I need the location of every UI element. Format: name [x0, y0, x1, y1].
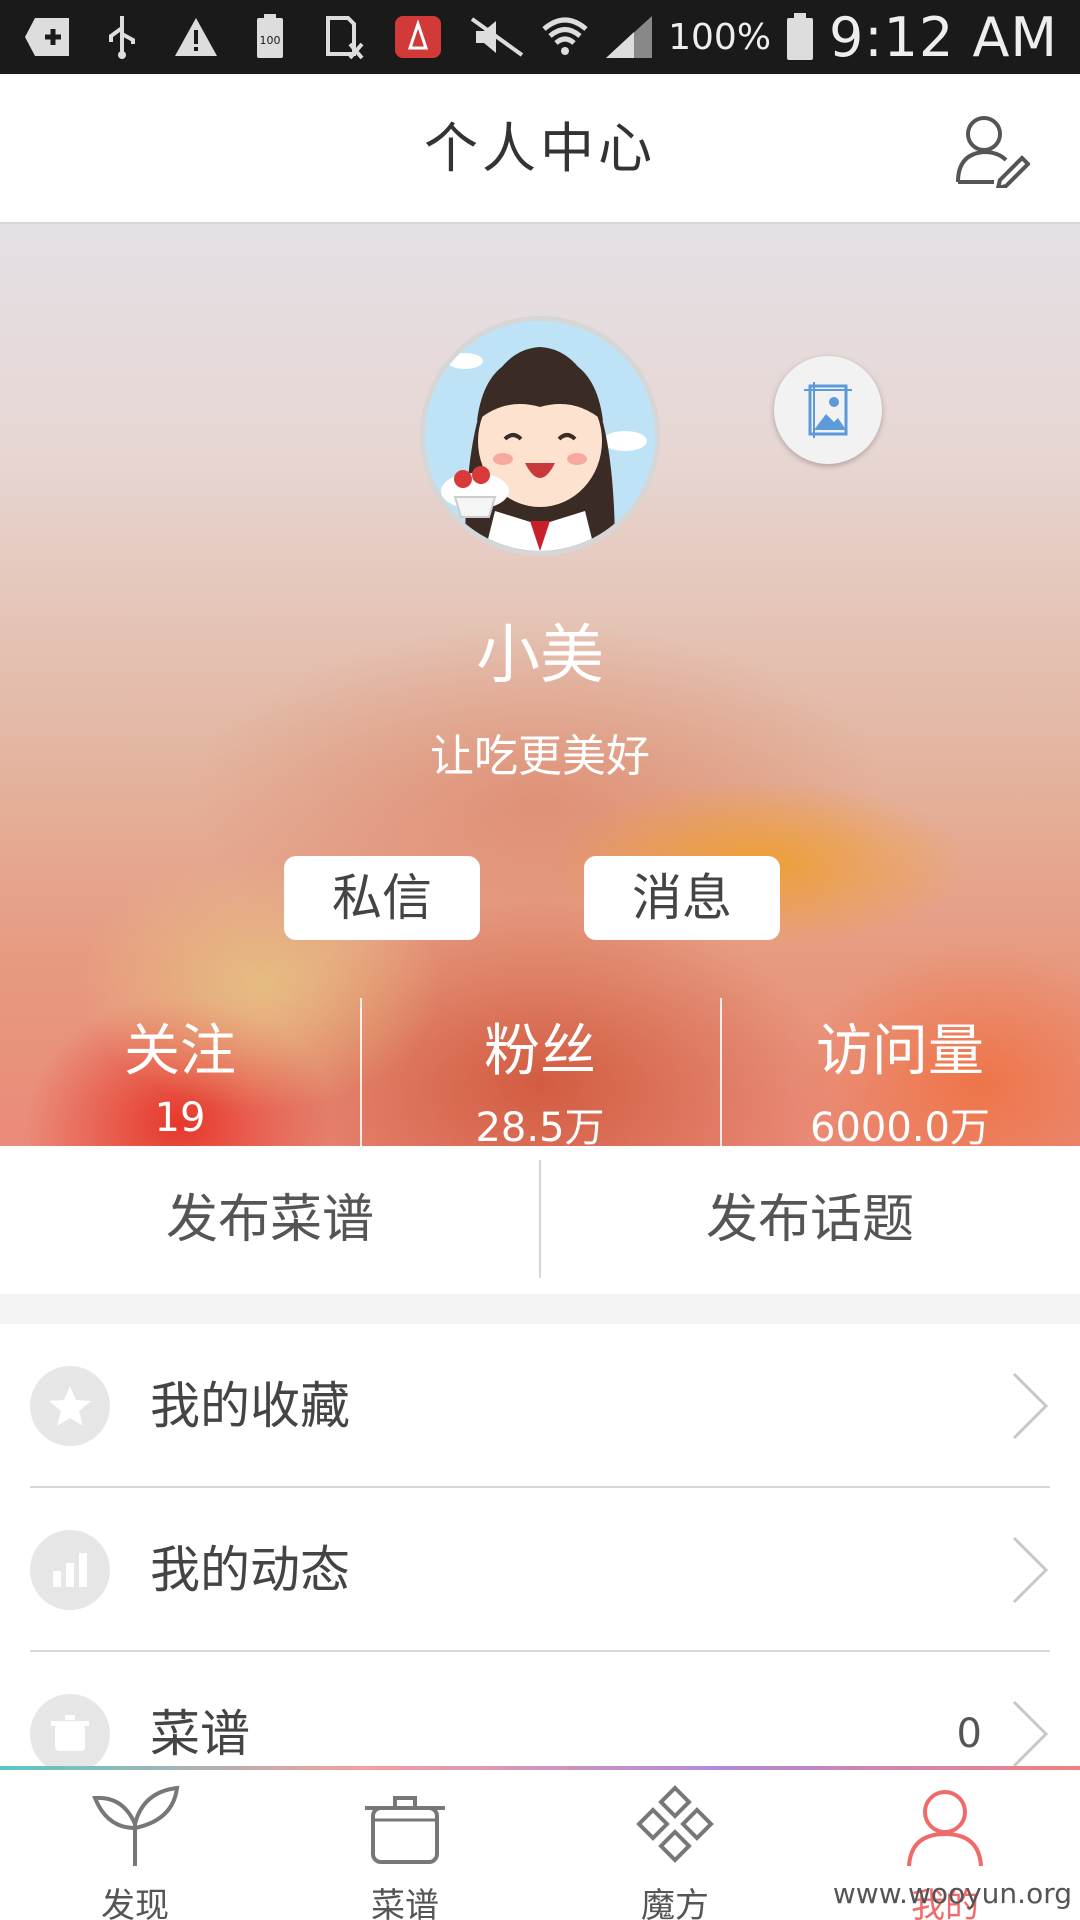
- chart-icon: [30, 1530, 110, 1610]
- plus-icon: [22, 14, 74, 60]
- sim-icon: [318, 14, 370, 60]
- menu-item-label: 我的收藏: [150, 1377, 350, 1435]
- star-icon: [30, 1366, 110, 1446]
- page-title: 个人中心: [424, 117, 656, 180]
- user-nickname: 小美: [476, 619, 604, 693]
- battery-100-icon: 100: [244, 14, 296, 60]
- user-edit-icon[interactable]: [954, 112, 1031, 191]
- image-frame-icon[interactable]: [774, 356, 882, 464]
- section-gap: [0, 1294, 1080, 1324]
- cube-icon: [636, 1785, 714, 1863]
- stat-label: 访问量: [816, 1019, 984, 1084]
- tab-label: 魔方: [641, 1886, 709, 1920]
- watermark: www.wooyun.org: [832, 1877, 1072, 1910]
- stat-value: 28.5万: [475, 1105, 605, 1146]
- stat-followers[interactable]: 粉丝 28.5万: [360, 992, 720, 1146]
- signal-icon: [606, 16, 653, 58]
- status-left-icons: 100: [22, 10, 444, 64]
- user-bio: 让吃更美好: [430, 731, 650, 782]
- stat-label: 关注: [124, 1019, 236, 1084]
- stat-value: 19: [154, 1095, 206, 1141]
- avatar[interactable]: [420, 316, 660, 556]
- usb-icon: [96, 14, 148, 60]
- stat-following[interactable]: 关注 19: [0, 992, 360, 1146]
- pot-icon: [365, 1796, 445, 1864]
- status-right-icons: 100% 9:12 AM: [470, 0, 1058, 74]
- profile-menu: 我的收藏 我的动态 菜谱 0: [0, 1324, 1080, 1816]
- clock: 9:12 AM: [829, 5, 1058, 69]
- menu-item-favorites[interactable]: 我的收藏: [0, 1324, 1080, 1488]
- tab-discover[interactable]: 发现: [0, 1770, 270, 1920]
- bottom-tab-bar: 发现 菜谱 魔方 我的 www.wooyun.org: [0, 1766, 1080, 1920]
- publish-recipe-button[interactable]: 发布菜谱: [0, 1146, 540, 1294]
- pot-icon: [30, 1694, 110, 1774]
- mute-icon: [470, 17, 524, 57]
- status-bar: 100 100% 9:12 AM: [0, 0, 1080, 74]
- chevron-right-icon: [1012, 1372, 1049, 1440]
- publish-bar: 发布菜谱 发布话题: [0, 1146, 1080, 1294]
- app-header: 个人中心: [0, 74, 1080, 224]
- profile-hero: 小美 让吃更美好 私信 消息 关注 19 粉丝 28.5万 访问量 6000.0…: [0, 224, 1080, 1146]
- sprout-icon: [92, 1785, 180, 1866]
- person-icon: [907, 1790, 983, 1867]
- tab-recipes[interactable]: 菜谱: [270, 1770, 540, 1920]
- menu-item-activity[interactable]: 我的动态: [0, 1488, 1080, 1652]
- tab-cube[interactable]: 魔方: [540, 1770, 810, 1920]
- app-icon: [392, 14, 444, 60]
- publish-topic-button[interactable]: 发布话题: [540, 1146, 1080, 1294]
- battery-percent: 100%: [668, 16, 772, 58]
- divider: [539, 1160, 541, 1278]
- chevron-right-icon: [1012, 1700, 1049, 1768]
- stat-visits[interactable]: 访问量 6000.0万: [720, 992, 1080, 1146]
- tab-label: 发现: [101, 1886, 169, 1920]
- menu-item-label: 我的动态: [150, 1541, 350, 1599]
- svg-text:100: 100: [260, 34, 281, 47]
- stat-value: 6000.0万: [810, 1105, 990, 1146]
- wifi-icon: [542, 17, 588, 55]
- warning-icon: [170, 14, 222, 60]
- stat-label: 粉丝: [484, 1019, 596, 1084]
- tab-label: 菜谱: [371, 1886, 439, 1920]
- profile-stats: 关注 19 粉丝 28.5万 访问量 6000.0万: [0, 992, 1080, 1146]
- battery-icon: [787, 13, 814, 60]
- chevron-right-icon: [1012, 1536, 1049, 1604]
- private-message-button[interactable]: 私信: [284, 856, 480, 940]
- notifications-button[interactable]: 消息: [584, 856, 780, 940]
